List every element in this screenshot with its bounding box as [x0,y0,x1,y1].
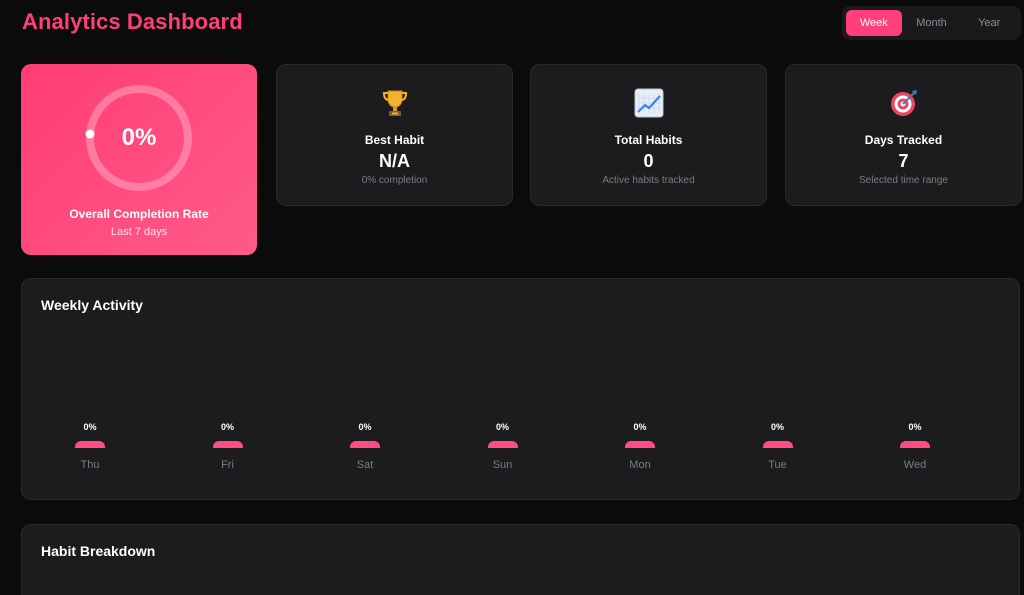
bar-column: 0% Tue [728,279,828,501]
total-habits-card: Total Habits 0 Active habits tracked [530,64,767,206]
bar-day-label: Wed [903,459,927,471]
range-year-button[interactable]: Year [961,10,1017,36]
habit-breakdown-card: Habit Breakdown [21,524,1020,595]
bar-value-label: 0% [358,422,372,432]
completion-rate-value: 0% [121,124,157,151]
bar-day-label: Thu [80,459,100,471]
days-tracked-label: Days Tracked [864,133,943,147]
target-icon [888,87,920,119]
days-tracked-card: Days Tracked 7 Selected time range [785,64,1022,206]
bar-column: 0% Thu [40,279,140,501]
range-week-button[interactable]: Week [846,10,902,36]
total-habits-label: Total Habits [614,133,683,147]
bar-day-label: Tue [768,459,787,471]
weekly-activity-card: Weekly Activity 0% Thu 0% Fri 0% Sat 0% Sun 0% Mo… [21,278,1020,500]
bar-column: 0% Wed [865,279,965,501]
activity-bar [900,441,930,448]
bar-day-label: Sun [492,459,513,471]
bar-column: 0% Sun [453,279,553,501]
bar-value-label: 0% [908,422,922,432]
bar-value-label: 0% [220,422,234,432]
bar-day-label: Fri [221,459,234,471]
best-habit-sub: 0% completion [361,175,428,186]
bar-column: 0% Fri [178,279,278,501]
analytics-dashboard: Analytics Dashboard Week Month Year 0% O… [0,0,1024,595]
page-title: Analytics Dashboard [22,9,243,34]
bar-column: 0% Sat [315,279,415,501]
activity-bar [350,441,380,448]
days-tracked-sub: Selected time range [859,175,948,186]
completion-rate-label: Overall Completion Rate [69,207,209,221]
activity-bar [487,441,518,448]
activity-bar [212,441,243,448]
bar-value-label: 0% [495,422,509,432]
completion-rate-card: 0% Overall Completion Rate Last 7 days [21,64,257,255]
days-tracked-value: 7 [898,151,909,171]
bar-value-label: 0% [770,422,784,432]
bar-value-label: 0% [83,422,97,432]
habit-breakdown-title: Habit Breakdown [41,543,156,559]
range-month-button[interactable]: Month [904,10,960,36]
chart-increasing-icon [633,87,665,119]
bar-column: 0% Mon [590,279,690,501]
completion-ring: 0% [83,82,195,194]
time-range-toggle: Week Month Year [842,6,1021,40]
best-habit-card: Best Habit N/A 0% completion [276,64,513,206]
activity-bar [75,441,105,448]
total-habits-value: 0 [643,151,654,171]
best-habit-label: Best Habit [364,133,425,147]
best-habit-value: N/A [379,151,410,171]
completion-rate-period: Last 7 days [110,226,168,238]
total-habits-sub: Active habits tracked [602,175,695,186]
activity-bar [762,441,793,448]
weekly-activity-chart: 0% Thu 0% Fri 0% Sat 0% Sun 0% Mon 0% Tue 0% Wed [40,279,1003,501]
trophy-icon [379,87,411,119]
activity-bar [625,441,655,448]
bar-day-label: Mon [629,459,651,471]
bar-value-label: 0% [633,422,647,432]
bar-day-label: Sat [356,459,374,471]
